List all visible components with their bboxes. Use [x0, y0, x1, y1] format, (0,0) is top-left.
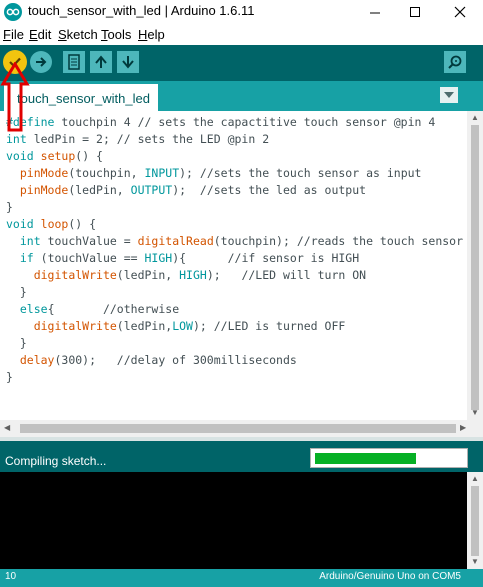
- console-scrollbar[interactable]: ▲ ▼: [467, 472, 483, 569]
- arduino-ide-window: touch_sensor_with_led | Arduino 1.6.11 F…: [0, 0, 483, 587]
- maximize-button[interactable]: [395, 0, 435, 24]
- menu-bar: File Edit Sketch Tools Help: [0, 25, 483, 45]
- editor-vertical-scrollbar[interactable]: ▲ ▼: [467, 111, 483, 420]
- scroll-up-icon[interactable]: ▲: [471, 474, 479, 483]
- save-button[interactable]: [117, 51, 139, 73]
- toolbar: [0, 45, 483, 81]
- scroll-down-icon[interactable]: ▼: [471, 408, 479, 417]
- footer-bar: 10 Arduino/Genuino Uno on COM5: [0, 569, 483, 587]
- code-line: else{ //otherwise: [19, 302, 180, 316]
- scrollbar-thumb[interactable]: [20, 424, 456, 433]
- code-editor[interactable]: #define touchpin 4 // sets the capactiti…: [0, 111, 467, 420]
- open-icon: [95, 55, 107, 68]
- new-button[interactable]: [63, 51, 85, 73]
- scroll-right-icon[interactable]: ▶: [460, 423, 466, 432]
- menu-sketch[interactable]: Sketch: [58, 27, 98, 42]
- code-line: digitalWrite(ledPin,LOW); //LED is turne…: [33, 319, 346, 333]
- code-line: }: [6, 370, 13, 384]
- serial-monitor-icon: [448, 55, 462, 69]
- triangle-down-icon: [444, 92, 454, 98]
- minimize-icon: [370, 12, 380, 14]
- menu-help[interactable]: Help: [138, 27, 165, 42]
- console-output[interactable]: [0, 472, 483, 569]
- progress-fill: [315, 453, 416, 464]
- window-title: touch_sensor_with_led | Arduino 1.6.11: [28, 3, 255, 18]
- code-line: }: [6, 285, 27, 299]
- new-icon: [68, 54, 80, 70]
- close-button[interactable]: [440, 0, 480, 24]
- open-button[interactable]: [90, 51, 112, 73]
- code-line: void setup() {: [6, 149, 103, 163]
- close-icon: [454, 6, 466, 18]
- serial-monitor-button[interactable]: [444, 51, 466, 73]
- scroll-left-icon[interactable]: ◀: [4, 423, 10, 432]
- scroll-down-icon[interactable]: ▼: [471, 557, 479, 566]
- code-line: pinMode(touchpin, INPUT); //sets the tou…: [19, 166, 422, 180]
- editor-horizontal-scrollbar[interactable]: ◀ ▶: [0, 420, 483, 437]
- maximize-icon: [410, 7, 420, 17]
- scrollbar-thumb[interactable]: [471, 125, 479, 410]
- menu-edit[interactable]: Edit: [29, 27, 51, 42]
- code-line: }: [6, 336, 27, 350]
- code-line: int ledPin = 2; // sets the LED @pin 2: [6, 132, 270, 146]
- menu-tools[interactable]: Tools: [101, 27, 131, 42]
- code-line: pinMode(ledPin, OUTPUT); //sets the led …: [19, 183, 367, 197]
- tab-strip: touch_sensor_with_led: [0, 81, 483, 111]
- code-line: void loop() {: [6, 217, 97, 231]
- board-port-label: Arduino/Genuino Uno on COM5: [319, 571, 461, 582]
- save-icon: [122, 56, 134, 69]
- tab-menu-button[interactable]: [440, 87, 458, 103]
- status-bar: Compiling sketch...: [0, 441, 483, 472]
- title-bar: touch_sensor_with_led | Arduino 1.6.11: [0, 0, 483, 24]
- code-line: #define touchpin 4 // sets the capactiti…: [6, 115, 436, 129]
- code-line: }: [6, 200, 13, 214]
- scroll-up-icon[interactable]: ▲: [471, 113, 479, 122]
- scrollbar-thumb[interactable]: [471, 486, 479, 556]
- line-number: 10: [5, 571, 17, 582]
- annotation-arrow-icon: [0, 62, 30, 132]
- arduino-logo-icon: [4, 3, 22, 21]
- code-line: delay(300); //delay of 300milliseconds: [19, 353, 297, 367]
- code-line: digitalWrite(ledPin, HIGH); //LED will t…: [33, 268, 367, 282]
- minimize-button[interactable]: [355, 0, 395, 24]
- status-message: Compiling sketch...: [5, 454, 107, 468]
- compile-progress-bar: [310, 448, 468, 468]
- code-line: if (touchValue == HIGH){ //if sensor is …: [19, 251, 360, 265]
- menu-file[interactable]: File: [3, 27, 24, 42]
- code-line: int touchValue = digitalRead(touchpin); …: [19, 234, 464, 248]
